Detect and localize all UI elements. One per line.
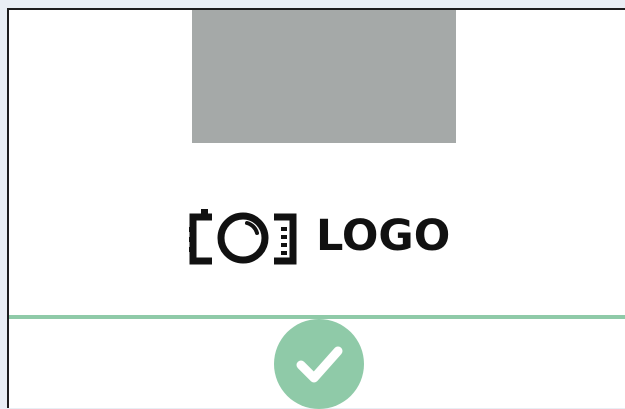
logo-text: LOGO (316, 210, 451, 261)
card: LOGO (7, 8, 625, 409)
logo: LOGO (185, 205, 450, 267)
camera-icon (189, 209, 297, 265)
checkmark-icon (296, 346, 343, 383)
image-placeholder (192, 10, 456, 143)
